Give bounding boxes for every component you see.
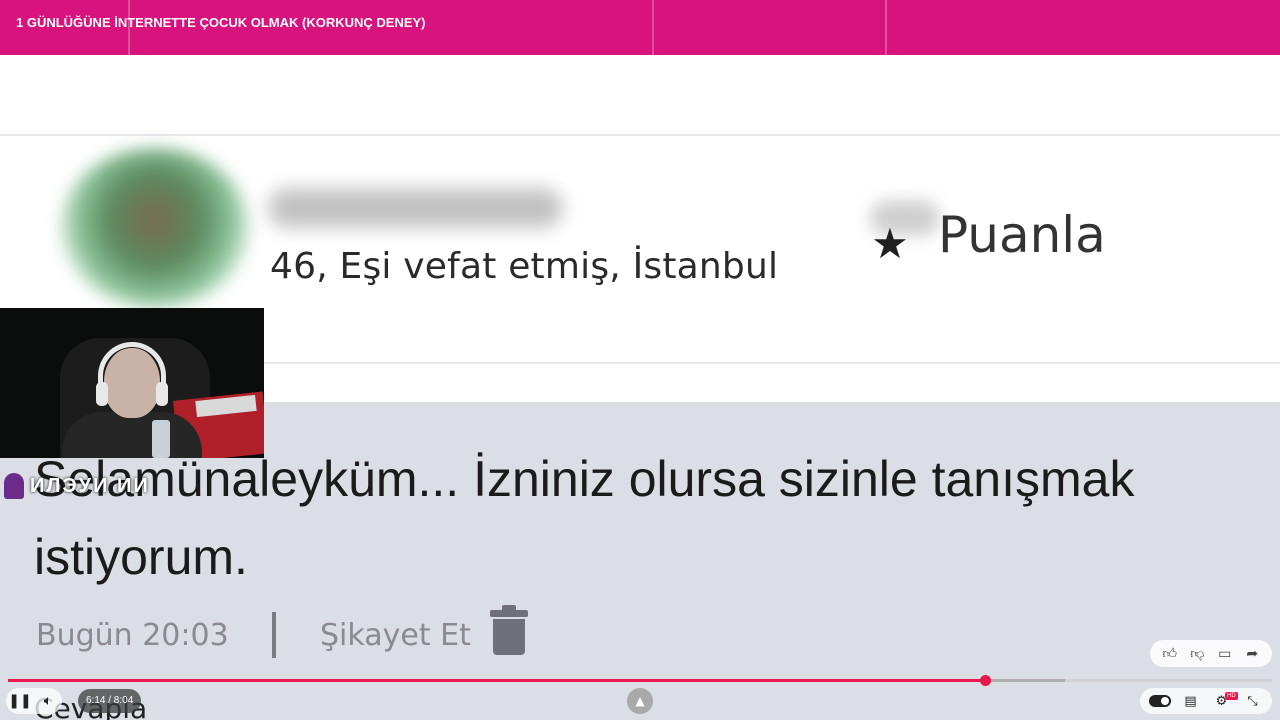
webcam-can bbox=[152, 420, 170, 458]
time-display: 6:14 / 8:04 bbox=[78, 689, 142, 713]
profile-avatar-blurred[interactable] bbox=[60, 148, 250, 308]
message-text: Selamünaleyküm... İzniniz olursa sizinle… bbox=[34, 451, 1135, 585]
chevron-up-icon[interactable]: ▲ bbox=[627, 688, 653, 714]
profile-meta: 46, Eşi vefat etmiş, İstanbul bbox=[270, 246, 779, 287]
divider bbox=[0, 134, 1280, 136]
progress-fill bbox=[8, 679, 985, 682]
player-controls-left: ❚❚ 🔈︎ bbox=[6, 688, 62, 714]
profile-name-blurred[interactable] bbox=[268, 188, 563, 228]
headset-ear bbox=[96, 382, 108, 406]
trash-lid bbox=[490, 605, 528, 617]
progress-bar[interactable] bbox=[8, 679, 1272, 682]
progress-thumb[interactable] bbox=[979, 675, 991, 686]
autoplay-toggle[interactable] bbox=[1148, 695, 1171, 707]
channel-badge: ИЛЭУИ ИИ bbox=[4, 472, 150, 500]
report-button[interactable]: Şikayet Et bbox=[320, 618, 471, 653]
trash-bin bbox=[493, 619, 525, 655]
headset-ear bbox=[156, 382, 168, 406]
captions-icon[interactable]: ▤ bbox=[1180, 694, 1202, 709]
hd-badge: HD bbox=[1225, 692, 1238, 700]
channel-name: ИЛЭУИ ИИ bbox=[30, 474, 150, 497]
dislike-icon[interactable]: 👎︎ bbox=[1188, 645, 1206, 663]
header-separator bbox=[652, 0, 654, 55]
trash-icon[interactable] bbox=[490, 605, 528, 656]
video-title[interactable]: 1 GÜNLÜĞÜNE İNTERNETTE ÇOCUK OLMAK (KORK… bbox=[16, 15, 426, 30]
exit-fullscreen-icon[interactable]: ⤡ bbox=[1242, 694, 1264, 709]
message-divider bbox=[272, 612, 276, 658]
mascot-icon bbox=[4, 473, 24, 499]
rate-button[interactable]: ★ Puanla bbox=[866, 200, 1126, 270]
message-timestamp: Bugün 20:03 bbox=[36, 618, 229, 653]
star-icon: ★ bbox=[871, 219, 909, 268]
player-controls-right: ▤ ⚙ ⤡ bbox=[1140, 688, 1272, 714]
header-separator bbox=[885, 0, 887, 55]
comment-icon[interactable]: ▭ bbox=[1216, 645, 1234, 663]
player-actions: 👍︎ 👎︎ ▭ ➦ bbox=[1150, 640, 1272, 667]
webcam-person-body bbox=[62, 412, 202, 458]
pause-icon[interactable]: ❚❚ bbox=[6, 688, 34, 714]
site-header-bar: 1 GÜNLÜĞÜNE İNTERNETTE ÇOCUK OLMAK (KORK… bbox=[0, 0, 1280, 55]
like-icon[interactable]: 👍︎ bbox=[1161, 645, 1179, 663]
volume-icon[interactable]: 🔈︎ bbox=[34, 688, 62, 714]
webcam-overlay bbox=[0, 308, 264, 458]
rate-label: Puanla bbox=[938, 206, 1106, 264]
share-icon[interactable]: ➦ bbox=[1243, 645, 1261, 663]
